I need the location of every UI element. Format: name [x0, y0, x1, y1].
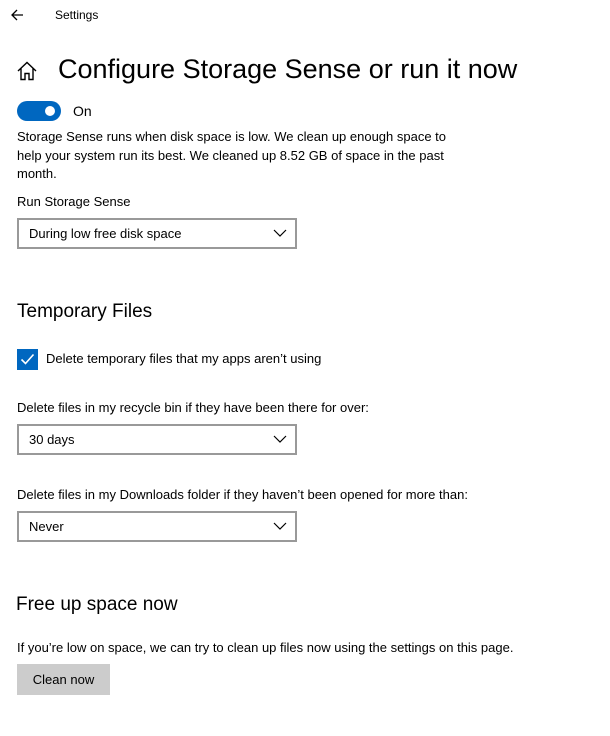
storage-sense-description: Storage Sense runs when disk space is lo…: [17, 129, 447, 181]
chevron-down-icon: [273, 229, 287, 237]
delete-temp-files-label: Delete temporary files that my apps aren…: [46, 351, 322, 366]
recycle-bin-dropdown[interactable]: 30 days: [17, 424, 297, 455]
toggle-state-label: On: [73, 103, 92, 119]
downloads-dropdown[interactable]: Never: [17, 511, 297, 542]
settings-window: Settings Configure Storage Sense or run …: [0, 0, 610, 736]
run-storage-sense-dropdown[interactable]: During low free disk space: [17, 218, 297, 249]
temporary-files-heading: Temporary Files: [17, 301, 153, 322]
storage-sense-toggle[interactable]: [17, 101, 61, 121]
recycle-bin-label: Delete files in my recycle bin if they h…: [17, 400, 369, 415]
clean-now-button[interactable]: Clean now: [17, 664, 110, 695]
toggle-knob: [45, 106, 55, 116]
free-up-space-heading: Free up space now: [16, 594, 178, 615]
dropdown-value: Never: [29, 519, 64, 534]
chevron-down-icon: [273, 522, 287, 530]
delete-temp-files-checkbox[interactable]: [17, 349, 38, 370]
home-button[interactable]: [16, 60, 38, 82]
home-icon: [17, 61, 37, 81]
back-button[interactable]: [8, 5, 28, 25]
dropdown-value: 30 days: [29, 432, 75, 447]
chevron-down-icon: [273, 435, 287, 443]
page-title: Configure Storage Sense or run it now: [58, 54, 518, 84]
back-arrow-icon: [11, 9, 23, 21]
free-up-space-description: If you’re low on space, we can try to cl…: [17, 640, 514, 655]
dropdown-value: During low free disk space: [29, 226, 182, 241]
app-title: Settings: [55, 8, 99, 22]
run-storage-sense-label: Run Storage Sense: [17, 194, 131, 209]
checkmark-icon: [20, 353, 35, 365]
title-bar: Settings: [0, 0, 610, 32]
downloads-label: Delete files in my Downloads folder if t…: [17, 487, 468, 502]
